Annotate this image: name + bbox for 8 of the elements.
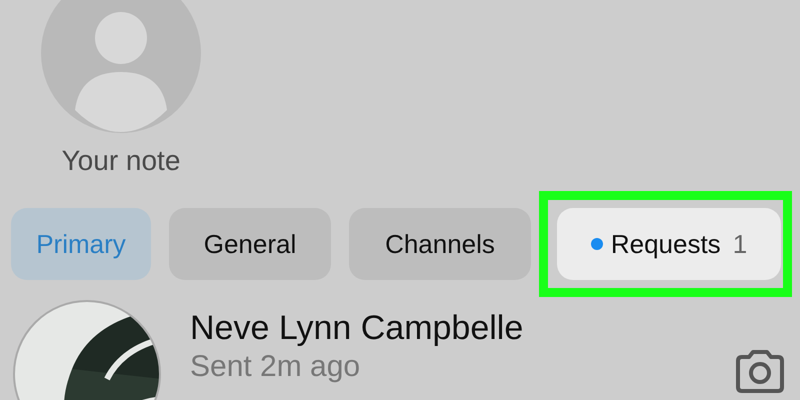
tab[interactable]: General [169, 208, 331, 280]
tab[interactable]: Requests 1 [557, 208, 781, 280]
camera-icon[interactable] [734, 349, 786, 395]
request-count: 1 [732, 228, 748, 260]
message-status: Sent 2m ago [190, 350, 362, 385]
contact-name: Neve Lynn Campbelle [190, 309, 524, 348]
tab[interactable]: Channels [349, 208, 531, 280]
note-label: Your note [62, 145, 180, 177]
